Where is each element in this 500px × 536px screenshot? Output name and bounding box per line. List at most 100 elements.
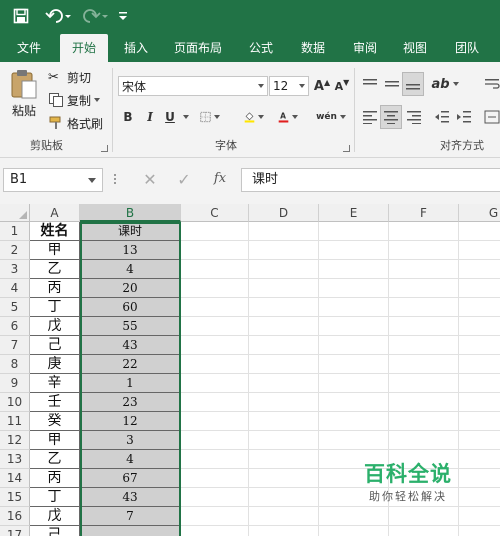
empty-cell[interactable] <box>459 431 500 450</box>
empty-cell[interactable] <box>319 279 389 298</box>
cell-a[interactable]: 癸 <box>30 412 80 431</box>
empty-cell[interactable] <box>319 393 389 412</box>
copy-dropdown-icon[interactable] <box>94 98 101 102</box>
column-header-c[interactable]: C <box>181 204 249 222</box>
name-box[interactable]: B1 <box>3 168 103 192</box>
cell-b[interactable]: 3 <box>80 431 181 450</box>
empty-cell[interactable] <box>181 526 249 536</box>
format-painter-button[interactable]: 格式刷 <box>48 114 103 132</box>
column-header-e[interactable]: E <box>319 204 389 222</box>
cell-a[interactable]: 乙 <box>30 260 80 279</box>
empty-cell[interactable] <box>249 298 319 317</box>
cut-button[interactable]: ✂ 剪切 <box>48 68 91 86</box>
empty-cell[interactable] <box>389 355 459 374</box>
column-header-a[interactable]: A <box>30 204 80 222</box>
borders-button[interactable] <box>200 107 220 127</box>
empty-cell[interactable] <box>249 222 319 241</box>
wrap-text-button[interactable] <box>482 74 500 94</box>
align-right-button[interactable] <box>404 107 424 127</box>
cell-b[interactable]: 7 <box>80 507 181 526</box>
cell-a[interactable]: 己 <box>30 526 80 536</box>
empty-cell[interactable] <box>389 336 459 355</box>
tab-data[interactable]: 数据 <box>292 34 334 62</box>
row-header[interactable]: 4 <box>0 279 30 298</box>
empty-cell[interactable] <box>249 355 319 374</box>
empty-cell[interactable] <box>181 355 249 374</box>
empty-cell[interactable] <box>459 241 500 260</box>
empty-cell[interactable] <box>319 412 389 431</box>
grow-font-button[interactable]: A ▲ <box>312 76 332 96</box>
cell-a[interactable]: 丙 <box>30 279 80 298</box>
empty-cell[interactable] <box>319 526 389 536</box>
underline-dropdown-icon[interactable] <box>180 107 192 127</box>
column-header-b[interactable]: B <box>80 204 181 222</box>
cell-b[interactable]: 4 <box>80 260 181 279</box>
cell-a[interactable]: 甲 <box>30 241 80 260</box>
tab-home[interactable]: 开始 <box>60 34 108 62</box>
row-header[interactable]: 1 <box>0 222 30 241</box>
cell-b[interactable]: 课时 <box>80 222 181 241</box>
empty-cell[interactable] <box>249 412 319 431</box>
phonetic-guide-button[interactable]: wén <box>316 107 346 127</box>
empty-cell[interactable] <box>459 526 500 536</box>
align-left-button[interactable] <box>360 107 380 127</box>
cell-a[interactable]: 丙 <box>30 469 80 488</box>
row-header[interactable]: 16 <box>0 507 30 526</box>
empty-cell[interactable] <box>249 374 319 393</box>
cell-a[interactable]: 丁 <box>30 488 80 507</box>
merge-center-button[interactable] <box>482 107 500 127</box>
cell-b[interactable]: 60 <box>80 298 181 317</box>
font-color-button[interactable]: A <box>278 107 298 127</box>
bold-button[interactable]: B <box>118 107 138 127</box>
paste-button[interactable]: 粘贴 <box>6 68 42 124</box>
cell-b[interactable]: 4 <box>80 450 181 469</box>
empty-cell[interactable] <box>389 526 459 536</box>
cell-b[interactable]: 43 <box>80 488 181 507</box>
empty-cell[interactable] <box>249 469 319 488</box>
empty-cell[interactable] <box>249 241 319 260</box>
tab-review[interactable]: 审阅 <box>344 34 386 62</box>
empty-cell[interactable] <box>389 279 459 298</box>
cell-a[interactable]: 壬 <box>30 393 80 412</box>
row-header[interactable]: 11 <box>0 412 30 431</box>
empty-cell[interactable] <box>459 298 500 317</box>
empty-cell[interactable] <box>319 336 389 355</box>
cell-b[interactable]: 55 <box>80 317 181 336</box>
row-header[interactable]: 13 <box>0 450 30 469</box>
empty-cell[interactable] <box>459 412 500 431</box>
cell-a[interactable]: 辛 <box>30 374 80 393</box>
decrease-indent-button[interactable] <box>432 107 452 127</box>
row-header[interactable]: 3 <box>0 260 30 279</box>
empty-cell[interactable] <box>181 336 249 355</box>
name-box-dropdown-icon[interactable] <box>88 178 96 183</box>
empty-cell[interactable] <box>249 507 319 526</box>
font-size-combo[interactable]: 12 <box>269 76 309 96</box>
clipboard-launcher-icon[interactable] <box>101 145 108 152</box>
tab-page-layout[interactable]: 页面布局 <box>166 34 230 62</box>
empty-cell[interactable] <box>181 469 249 488</box>
increase-indent-button[interactable] <box>454 107 474 127</box>
row-header[interactable]: 5 <box>0 298 30 317</box>
cell-b[interactable]: 1 <box>80 374 181 393</box>
empty-cell[interactable] <box>181 279 249 298</box>
column-header-g[interactable]: G <box>459 204 500 222</box>
cancel-icon[interactable]: ✕ <box>140 170 160 190</box>
empty-cell[interactable] <box>249 526 319 536</box>
empty-cell[interactable] <box>389 241 459 260</box>
empty-cell[interactable] <box>459 317 500 336</box>
orientation-button[interactable]: ab <box>431 74 459 94</box>
insert-function-button[interactable]: fx <box>208 171 232 191</box>
empty-cell[interactable] <box>181 488 249 507</box>
underline-button[interactable]: U <box>160 107 180 127</box>
italic-button[interactable]: I <box>140 107 160 127</box>
empty-cell[interactable] <box>389 298 459 317</box>
empty-cell[interactable] <box>181 222 249 241</box>
empty-cell[interactable] <box>249 279 319 298</box>
tab-insert[interactable]: 插入 <box>114 34 158 62</box>
row-header[interactable]: 8 <box>0 355 30 374</box>
empty-cell[interactable] <box>181 507 249 526</box>
shrink-font-button[interactable]: A ▼ <box>332 76 352 96</box>
empty-cell[interactable] <box>319 431 389 450</box>
empty-cell[interactable] <box>319 355 389 374</box>
row-header[interactable]: 10 <box>0 393 30 412</box>
